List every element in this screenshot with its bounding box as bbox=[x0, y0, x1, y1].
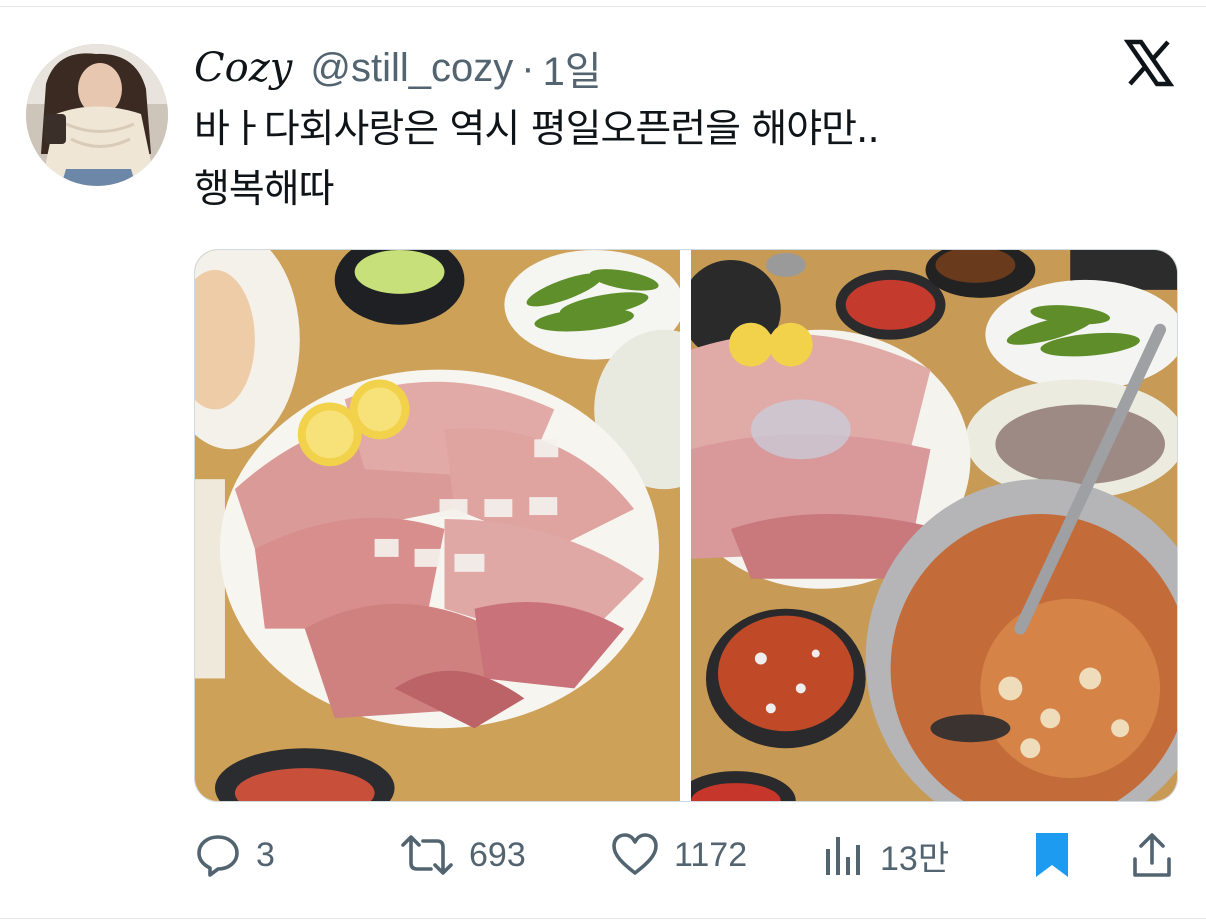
retweet-count: 693 bbox=[469, 835, 526, 874]
author-display-name[interactable]: Cozy bbox=[194, 45, 292, 91]
media-grid bbox=[194, 249, 1178, 802]
like-button[interactable]: 1172 bbox=[610, 826, 747, 884]
tweet-header: Cozy @still_cozy · 1일 bbox=[194, 40, 602, 96]
tweet-text-line: 행복해따 bbox=[194, 167, 335, 212]
sashimi-platter-photo bbox=[195, 250, 680, 801]
reply-button[interactable]: 3 bbox=[194, 826, 275, 884]
profile-photo bbox=[26, 44, 168, 186]
views-button[interactable]: 13만 bbox=[822, 826, 949, 884]
like-count: 1172 bbox=[674, 835, 748, 874]
media-photo-1[interactable] bbox=[195, 250, 680, 801]
sashimi-and-maeuntang-photo bbox=[691, 250, 1177, 801]
bookmark-button[interactable] bbox=[1032, 826, 1072, 884]
bottom-divider bbox=[0, 918, 1206, 919]
tweet-text: 바ㅏ다회사랑은 역시 평일오픈런을 해야만.. 행복해따 bbox=[194, 100, 1094, 220]
reply-icon bbox=[197, 835, 239, 877]
retweet-icon bbox=[401, 835, 453, 875]
retweet-button[interactable]: 693 bbox=[399, 826, 526, 884]
tweet-text-line: 바ㅏ다회사랑은 역시 평일오픈런을 해야만.. bbox=[194, 107, 880, 152]
share-icon bbox=[1133, 833, 1171, 877]
views-count: 13만 bbox=[880, 839, 950, 878]
tweet-actions: 3 693 1172 13만 bbox=[194, 826, 1178, 884]
bookmark-icon bbox=[1036, 833, 1068, 877]
x-logo-icon[interactable] bbox=[1123, 38, 1175, 88]
share-button[interactable] bbox=[1130, 826, 1174, 884]
top-divider bbox=[0, 6, 1206, 7]
avatar[interactable] bbox=[26, 44, 168, 186]
reply-count: 3 bbox=[256, 835, 275, 874]
heart-icon bbox=[612, 833, 658, 875]
media-photo-2[interactable] bbox=[691, 250, 1177, 801]
author-handle[interactable]: @still_cozy bbox=[310, 46, 513, 91]
header-separator: · bbox=[521, 45, 535, 90]
views-icon bbox=[826, 837, 860, 875]
tweet-timestamp[interactable]: 1일 bbox=[543, 39, 602, 97]
